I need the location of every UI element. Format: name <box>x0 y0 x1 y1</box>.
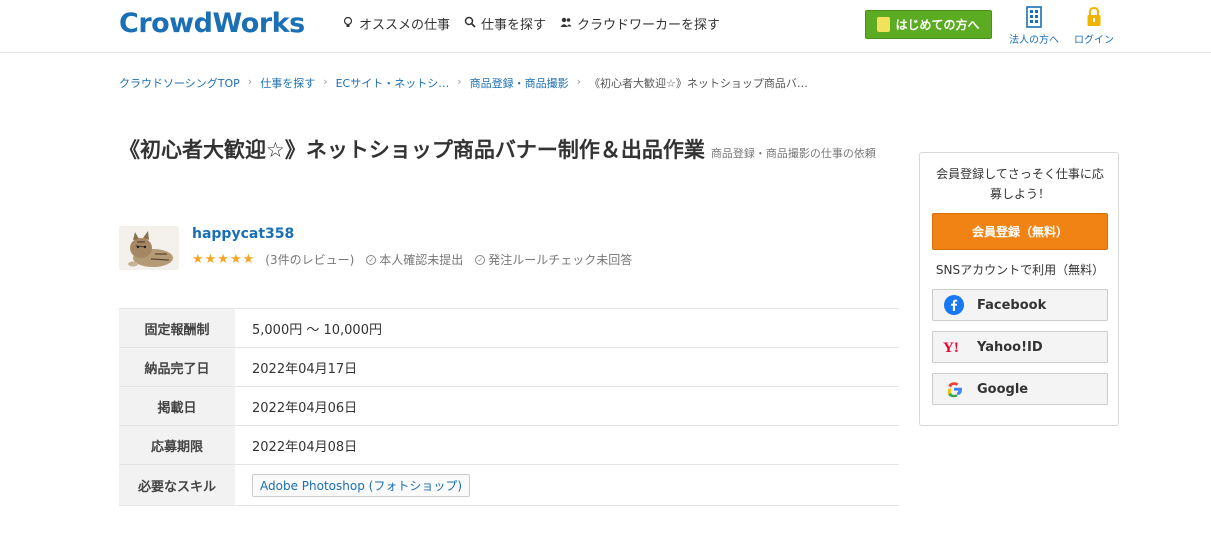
breadcrumb-separator: › <box>457 75 462 88</box>
first-time-label: はじめての方へ <box>895 18 980 32</box>
identity-status: ✓ 本人確認未提出 <box>366 251 463 268</box>
google-icon <box>943 378 965 400</box>
row-label: 納品完了日 <box>119 348 235 386</box>
facebook-icon <box>943 294 965 316</box>
review-count-link[interactable]: (3件のレビュー) <box>265 251 354 268</box>
corporate-link[interactable]: 法人の方へ <box>1004 6 1064 46</box>
identity-status-label: 本人確認未提出 <box>379 253 464 267</box>
row-value: 2022年04月06日 <box>252 400 358 416</box>
first-time-button[interactable]: はじめての方へ <box>865 10 992 39</box>
yahoo-icon: Y! <box>943 336 965 358</box>
table-row: 応募期限 2022年04月08日 <box>119 426 899 465</box>
register-button[interactable]: 会員登録（無料） <box>932 213 1108 250</box>
breadcrumb-ec-site[interactable]: ECサイト・ネットシ… <box>336 75 450 91</box>
facebook-label: Facebook <box>977 297 1047 313</box>
rule-check-status: ✓ 発注ルールチェック未回答 <box>475 251 632 268</box>
main-nav: オススメの仕事 仕事を探す クラウドワーカーを探す <box>342 14 720 33</box>
client-avatar[interactable] <box>119 226 179 270</box>
table-row: 納品完了日 2022年04月17日 <box>119 348 899 387</box>
nav-find-jobs[interactable]: 仕事を探す <box>464 14 546 33</box>
google-login-button[interactable]: Google <box>932 373 1108 405</box>
row-value: 2022年04月08日 <box>252 439 358 455</box>
table-row: 固定報酬制 5,000円 〜 10,000円 <box>119 309 899 348</box>
nav-label: クラウドワーカーを探す <box>577 18 721 33</box>
table-row: 掲載日 2022年04月06日 <box>119 387 899 426</box>
breadcrumb-current: 《初心者大歓迎☆》ネットショップ商品バ… <box>589 77 808 90</box>
signup-message: 会員登録してさっそく仕事に応募しよう！ <box>936 167 1104 201</box>
lightbulb-icon <box>342 16 354 32</box>
row-value: 5,000円 〜 10,000円 <box>252 322 382 338</box>
breadcrumb-find-jobs[interactable]: 仕事を探す <box>260 75 315 91</box>
lock-icon <box>1064 6 1124 28</box>
signup-panel: 会員登録してさっそく仕事に応募しよう！ 会員登録（無料） SNSアカウントで利用… <box>919 152 1119 426</box>
job-category-suffix: 商品登録・商品撮影の仕事の依頼 <box>710 147 876 160</box>
job-details-table: 固定報酬制 5,000円 〜 10,000円 納品完了日 2022年04月17日… <box>119 308 899 506</box>
sns-label: SNSアカウントで利用（無料） <box>935 263 1105 277</box>
crowdworks-logo[interactable]: CrowdWorks <box>119 8 305 39</box>
skill-tag[interactable]: Adobe Photoshop (フォトショップ) <box>252 473 470 497</box>
google-label: Google <box>977 381 1029 397</box>
corporate-label: 法人の方へ <box>1009 35 1059 46</box>
row-value: 2022年04月17日 <box>252 361 358 377</box>
rating-stars: ★★★★★ <box>192 252 256 267</box>
breadcrumb-category[interactable]: 商品登録・商品撮影 <box>470 75 569 91</box>
row-label: 掲載日 <box>119 387 235 425</box>
login-label: ログイン <box>1074 35 1114 46</box>
login-link[interactable]: ログイン <box>1064 6 1124 46</box>
search-icon <box>464 16 476 32</box>
client-meta: ★★★★★ (3件のレビュー) ✓ 本人確認未提出 ✓ 発注ルールチェック未回答 <box>192 251 644 268</box>
facebook-login-button[interactable]: Facebook <box>932 289 1108 321</box>
row-label: 応募期限 <box>119 426 235 464</box>
row-label: 必要なスキル <box>119 465 235 505</box>
check-circle-icon: ✓ <box>366 254 377 265</box>
breadcrumb-top[interactable]: クラウドソーシングTOP <box>119 75 240 91</box>
row-label: 固定報酬制 <box>119 309 235 347</box>
check-circle-icon: ✓ <box>475 254 486 265</box>
users-icon <box>560 16 572 32</box>
yahoo-label: Yahoo!ID <box>977 339 1043 355</box>
breadcrumb-separator: › <box>576 75 582 88</box>
nav-recommended-jobs[interactable]: オススメの仕事 <box>342 14 450 33</box>
svg-text:Y!: Y! <box>943 340 959 355</box>
nav-label: オススメの仕事 <box>359 18 451 33</box>
nav-find-workers[interactable]: クラウドワーカーを探す <box>560 14 720 33</box>
row-value: Adobe Photoshop (フォトショップ) <box>235 465 470 505</box>
breadcrumb: クラウドソーシングTOP › 仕事を探す › ECサイト・ネットシ… › 商品登… <box>119 75 808 91</box>
yahoo-login-button[interactable]: Y! Yahoo!ID <box>932 331 1108 363</box>
table-row: 必要なスキル Adobe Photoshop (フォトショップ) <box>119 465 899 506</box>
building-icon <box>1004 6 1064 28</box>
rule-check-label: 発注ルールチェック未回答 <box>488 253 633 267</box>
nav-label: 仕事を探す <box>481 18 547 33</box>
breadcrumb-separator: › <box>247 75 253 88</box>
beginner-badge-icon <box>877 17 891 32</box>
client-name[interactable]: happycat358 <box>192 226 294 242</box>
job-title-block: 《初心者大歓迎☆》ネットショップ商品バナー制作＆出品作業 商品登録・商品撮影の仕事… <box>119 136 899 168</box>
site-header: CrowdWorks オススメの仕事 仕事を探す クラウドワーカーを探す はじめ… <box>0 0 1211 53</box>
job-title: 《初心者大歓迎☆》ネットショップ商品バナー制作＆出品作業 <box>119 138 705 162</box>
breadcrumb-separator: › <box>323 75 328 88</box>
